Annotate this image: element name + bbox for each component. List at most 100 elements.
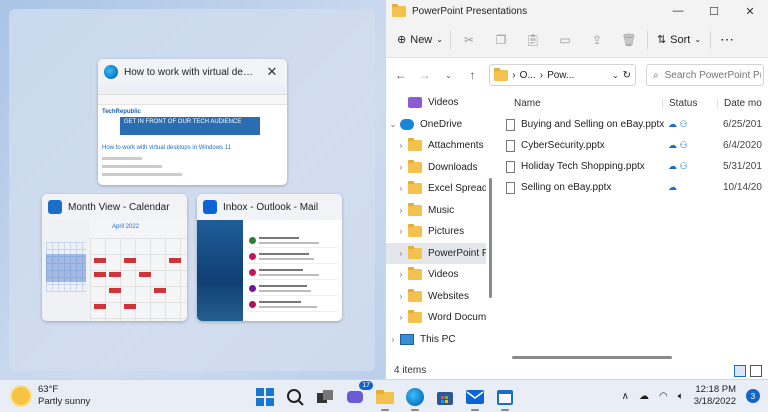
start-button[interactable]: [253, 385, 277, 409]
file-row[interactable]: CyberSecurity.pptx ☁ ⚇ 6/4/2020: [494, 135, 768, 156]
file-row[interactable]: Selling on eBay.pptx ☁ 10/14/20: [494, 177, 768, 198]
chevron-right-icon[interactable]: ›: [394, 141, 408, 150]
file-name: CyberSecurity.pptx: [521, 140, 605, 151]
chevron-down-icon[interactable]: ⌄: [612, 71, 619, 80]
new-button[interactable]: ⊕ New ⌄: [392, 27, 448, 53]
folder-icon: [408, 181, 422, 195]
chevron-right-icon[interactable]: ›: [394, 163, 408, 172]
paste-icon[interactable]: 📋︎: [517, 27, 549, 53]
chat-button[interactable]: 17: [343, 381, 373, 409]
task-view-icon: [317, 390, 333, 403]
chevron-right-icon[interactable]: ›: [394, 184, 408, 193]
chevron-right-icon[interactable]: ›: [394, 292, 408, 301]
chevron-up-icon[interactable]: ∧: [622, 391, 629, 402]
back-arrow-icon[interactable]: ←: [390, 64, 412, 86]
cut-icon[interactable]: ✂: [453, 27, 485, 53]
pc-icon: [400, 333, 414, 345]
chevron-right-icon[interactable]: ›: [386, 335, 400, 344]
nav-item[interactable]: › Pictures: [386, 221, 486, 243]
column-headers: Name Status Date mo: [494, 92, 768, 114]
nav-item-label: Pictures: [428, 226, 465, 238]
snap-thumb-calendar[interactable]: Month View - Calendar April 2022: [42, 194, 187, 321]
nav-item[interactable]: › Word Documen: [386, 307, 486, 329]
new-button-label: New: [410, 33, 433, 46]
nav-item[interactable]: Videos: [386, 92, 486, 114]
copy-icon[interactable]: ❐: [485, 27, 517, 53]
forward-arrow-icon[interactable]: →: [414, 64, 436, 86]
file-row[interactable]: Buying and Selling on eBay.pptx ☁ ⚇ 6/25/2…: [494, 114, 768, 135]
nav-item[interactable]: › Music: [386, 200, 486, 222]
sort-button[interactable]: ⇅ Sort ⌄: [650, 27, 708, 53]
details-view-icon[interactable]: [734, 364, 746, 377]
breadcrumb-onedrive[interactable]: O...: [520, 70, 536, 81]
calendar-taskbar-button[interactable]: [493, 385, 517, 411]
nav-item[interactable]: › Websites: [386, 286, 486, 308]
file-list-scrollbar[interactable]: [512, 356, 672, 359]
maximize-button[interactable]: ☐: [696, 0, 732, 22]
file-row[interactable]: Holiday Tech Shopping.pptx ☁ ⚇ 5/31/201: [494, 156, 768, 177]
mail-taskbar-button[interactable]: [463, 385, 487, 411]
chevron-down-icon[interactable]: ⌄: [386, 120, 400, 129]
file-explorer-taskbar-button[interactable]: [373, 385, 397, 411]
window-title: PowerPoint Presentations: [412, 5, 528, 17]
nav-item[interactable]: › Excel Spreadshe: [386, 178, 486, 200]
snap-thumb-edge[interactable]: How to work with virtual desktops i... ✕…: [98, 59, 287, 185]
search-input[interactable]: [664, 69, 761, 81]
search-box[interactable]: ⌕: [646, 64, 765, 86]
volume-icon[interactable]: 🔈︎: [678, 391, 684, 402]
recent-chevron-icon[interactable]: ⌄: [438, 64, 460, 86]
column-status[interactable]: Status: [662, 97, 717, 109]
folder-icon: [408, 288, 422, 302]
nav-item-label: Music: [428, 204, 455, 216]
plus-icon: ⊕: [397, 34, 407, 46]
nav-item-label: Videos: [428, 97, 459, 109]
document-icon: [506, 118, 515, 131]
edge-taskbar-button[interactable]: [403, 385, 427, 411]
more-options-button[interactable]: ⋯: [713, 27, 741, 53]
nav-item[interactable]: › PowerPoint Pre: [386, 242, 486, 264]
clock[interactable]: 12:18 PM 3/18/2022: [694, 384, 736, 408]
refresh-icon[interactable]: ↻: [623, 70, 631, 81]
nav-item[interactable]: › Videos: [386, 264, 486, 286]
onedrive-icon[interactable]: ☁: [639, 391, 649, 402]
task-view-button[interactable]: [313, 385, 337, 409]
address-bar[interactable]: › O... › Pow... ⌄ ↻: [489, 64, 637, 86]
article-heading: How to work with virtual desktops in Win…: [102, 145, 231, 151]
chevron-right-icon[interactable]: ›: [394, 206, 408, 215]
nav-item[interactable]: ⌄ OneDrive: [386, 114, 486, 136]
weather-widget[interactable]: 63°F Partly sunny: [12, 384, 90, 408]
share-icon[interactable]: ⇪: [581, 27, 613, 53]
delete-icon[interactable]: 🗑︎: [613, 27, 645, 53]
rename-icon[interactable]: ▭: [549, 27, 581, 53]
folder-icon: [494, 67, 509, 81]
folder-icon: [408, 310, 422, 324]
close-button[interactable]: ✕: [732, 0, 768, 22]
minimize-button[interactable]: —: [660, 0, 696, 22]
chevron-right-icon[interactable]: ›: [394, 227, 408, 236]
up-arrow-icon[interactable]: ↑: [461, 64, 483, 86]
column-name[interactable]: Name: [494, 98, 662, 109]
file-list: Name Status Date mo Buying and Selling o…: [494, 92, 768, 362]
store-taskbar-button[interactable]: [433, 385, 457, 409]
breadcrumb-powerpoint[interactable]: Pow...: [547, 70, 574, 81]
nav-scrollbar[interactable]: [489, 98, 492, 348]
nav-item[interactable]: › Downloads: [386, 157, 486, 179]
chevron-right-icon[interactable]: ›: [394, 313, 408, 322]
sort-button-label: Sort: [670, 33, 691, 46]
wifi-icon[interactable]: ◠: [659, 391, 668, 402]
column-date-modified[interactable]: Date mo: [717, 97, 768, 109]
chevron-right-icon[interactable]: ›: [394, 249, 408, 258]
onedrive-icon: [400, 118, 414, 130]
nav-item[interactable]: › Attachments: [386, 135, 486, 157]
close-icon[interactable]: ✕: [263, 63, 281, 81]
partly-sunny-icon: [12, 387, 30, 405]
calendar-icon: [48, 200, 62, 214]
chevron-right-icon[interactable]: ›: [394, 270, 408, 279]
tiles-view-icon[interactable]: [750, 364, 762, 377]
search-taskbar-button[interactable]: [283, 385, 307, 409]
weather-condition: Partly sunny: [38, 396, 91, 407]
system-tray: ∧ ☁ ◠ 🔈︎ 12:18 PM 3/18/2022 3: [622, 384, 760, 408]
notification-badge[interactable]: 3: [746, 389, 760, 403]
snap-thumb-mail[interactable]: Inbox - Outlook - Mail: [197, 194, 342, 321]
nav-item[interactable]: › This PC: [386, 329, 486, 351]
